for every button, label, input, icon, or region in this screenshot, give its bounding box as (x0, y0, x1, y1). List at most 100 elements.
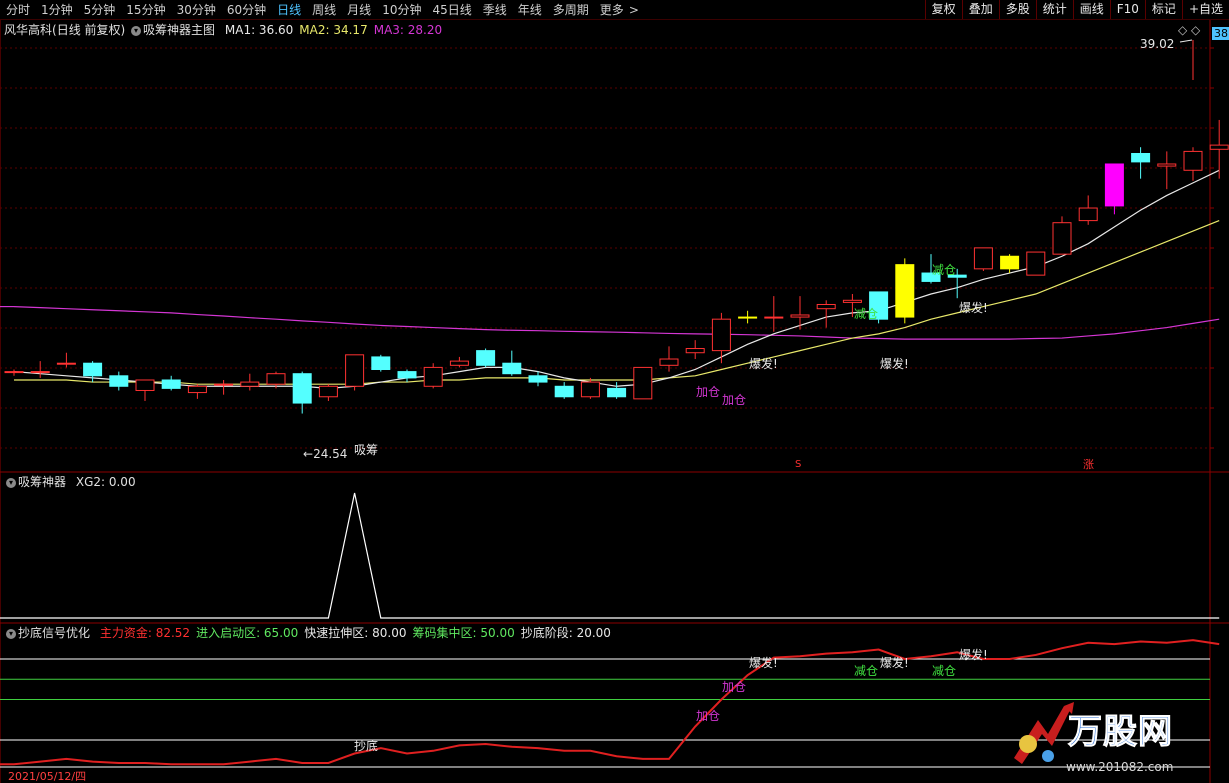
adjust-mode: (日线 前复权) (52, 23, 126, 37)
ma1-line (13, 169, 1220, 389)
ma3-line (13, 305, 1220, 340)
period-tab-7[interactable]: 周线 (306, 0, 341, 20)
decorations (1179, 39, 1194, 80)
candle-body (528, 375, 548, 383)
high-arrow (1179, 39, 1193, 43)
bottom-signal-bottom: 抄底 (354, 739, 379, 753)
grid-lines (0, 20, 1229, 783)
period-tab-10[interactable]: 45日线 (426, 0, 476, 20)
ma-legend: MA1: 36.60 MA2: 34.17 MA3: 28.20 (219, 23, 442, 37)
xg2-polyline (0, 492, 1220, 619)
low-price-value: 24.54 (313, 447, 348, 461)
candle-body (292, 373, 312, 404)
candle-body (1183, 150, 1203, 171)
bottom-signal-add-1: 加仓 (696, 709, 721, 723)
ma-lines (0, 169, 1220, 389)
candle-body (1052, 222, 1072, 255)
main-indicator-name[interactable]: 吸筹神器主图 (143, 23, 215, 37)
candle-body (816, 303, 836, 310)
bottom-field-3: 筹码集中区: 50.00 (412, 626, 515, 640)
tool-button-7[interactable]: +自选 (1181, 0, 1229, 19)
xg-panel-title[interactable]: 吸筹神器 (18, 475, 66, 489)
period-tab-3[interactable]: 15分钟 (120, 0, 170, 20)
candle-body (1209, 144, 1229, 150)
candle-body (109, 375, 129, 387)
candle-body (711, 318, 731, 352)
candle-body (633, 366, 653, 400)
signal-burst-1: 爆发! (749, 357, 778, 371)
xg2-line (0, 492, 1220, 619)
signal-reduce-1: 减仓 (854, 307, 879, 321)
candle-body (214, 383, 234, 386)
indicator-menu-icon[interactable]: ▾ (6, 477, 16, 488)
period-tab-8[interactable]: 月线 (341, 0, 376, 20)
bottom-signal-reduce-1: 减仓 (854, 664, 879, 678)
bottom-signal-burst-1: 爆发! (749, 656, 778, 670)
period-tab-11[interactable]: 季线 (477, 0, 512, 20)
candle-body (135, 379, 155, 391)
indicator-menu-icon[interactable]: ▾ (131, 25, 142, 36)
candle-body (4, 371, 24, 374)
candle-body (580, 381, 600, 398)
signal-burst-2: 爆发! (880, 357, 909, 371)
ma-legend-3: MA3: 28.20 (373, 23, 443, 37)
candle-body (1131, 152, 1151, 163)
tool-button-0[interactable]: 复权 (924, 0, 962, 19)
candle-body (738, 316, 758, 319)
signal-add-2: 加仓 (722, 393, 747, 407)
right-price-tag: 38 (1212, 27, 1229, 40)
candle-body (161, 379, 181, 389)
tool-button-6[interactable]: 标记 (1144, 0, 1182, 19)
tool-button-3[interactable]: 统计 (1035, 0, 1073, 19)
period-tab-12[interactable]: 年线 (512, 0, 547, 20)
low-price-label: ←24.54 (303, 447, 348, 461)
period-tab-9[interactable]: 10分钟 (376, 0, 426, 20)
signal-add-1: 加仓 (696, 385, 721, 399)
indicator-menu-icon[interactable]: ▾ (6, 628, 16, 639)
marker-s: S (795, 459, 802, 470)
tool-button-2[interactable]: 多股 (998, 0, 1036, 19)
watermark-brand: 万股网 (1068, 712, 1173, 753)
tool-button-5[interactable]: F10 (1109, 0, 1145, 19)
signal-reduce-2: 减仓 (932, 263, 957, 277)
candle-body (371, 356, 391, 371)
period-tab-13[interactable]: 多周期 (547, 0, 594, 20)
candle-body (1026, 251, 1046, 276)
date-label: 2021/05/12/四 (8, 770, 87, 783)
candlesticks (4, 119, 1229, 414)
tool-button-1[interactable]: 叠加 (961, 0, 999, 19)
bottom-field-0: 主力资金: 82.52 (99, 626, 191, 640)
period-tab-14[interactable]: 更多 (594, 0, 629, 20)
period-tab-0[interactable]: 分时 (0, 0, 35, 20)
period-tab-6[interactable]: 日线 (271, 0, 306, 20)
bottom-field-2: 快速拉伸区: 80.00 (304, 626, 407, 640)
more-arrow-icon[interactable]: > (629, 0, 644, 20)
candle-body (266, 373, 286, 385)
main-panel-header: 风华高科(日线 前复权) ▾ 吸筹神器主图 MA1: 36.60 MA2: 34.1… (4, 23, 442, 37)
xg2-value: XG2: 0.00 (75, 475, 136, 489)
bottom-signal-burst-3: 爆发! (959, 648, 988, 662)
candle-body (83, 362, 103, 377)
ma-legend-2: MA2: 34.17 (299, 23, 368, 37)
period-tab-4[interactable]: 30分钟 (171, 0, 221, 20)
bottom-panel-header: ▾ 抄底信号优化 主力资金: 82.52 进入启动区: 65.00 快速拉伸区: 80… (4, 626, 611, 640)
bottom-signal-burst-2: 爆发! (880, 656, 909, 670)
stock-name: 风华高科 (4, 23, 53, 37)
panel-collapse-icon[interactable]: ◇ ◇ (1178, 23, 1200, 37)
period-tab-2[interactable]: 5分钟 (78, 0, 121, 20)
tool-button-4[interactable]: 画线 (1072, 0, 1110, 19)
candle-body (895, 264, 915, 318)
candle-body (423, 366, 443, 387)
watermark-url: www.201082.com (1066, 760, 1174, 774)
period-tab-5[interactable]: 60分钟 (221, 0, 271, 20)
candle-body (345, 354, 365, 387)
candle-body (240, 381, 260, 387)
period-tab-1[interactable]: 1分钟 (35, 0, 78, 20)
bottom-signal-add-2: 加仓 (722, 680, 747, 694)
bottom-signal-reduce-2: 减仓 (932, 664, 957, 678)
candle-body (764, 316, 784, 319)
bottom-panel-title[interactable]: 抄底信号优化 (18, 626, 90, 640)
candle-body (659, 358, 679, 366)
tool-buttons: 复权 叠加 多股 统计 画线 F10 标记 +自选 (924, 0, 1229, 20)
kline-chart[interactable] (0, 20, 1229, 783)
